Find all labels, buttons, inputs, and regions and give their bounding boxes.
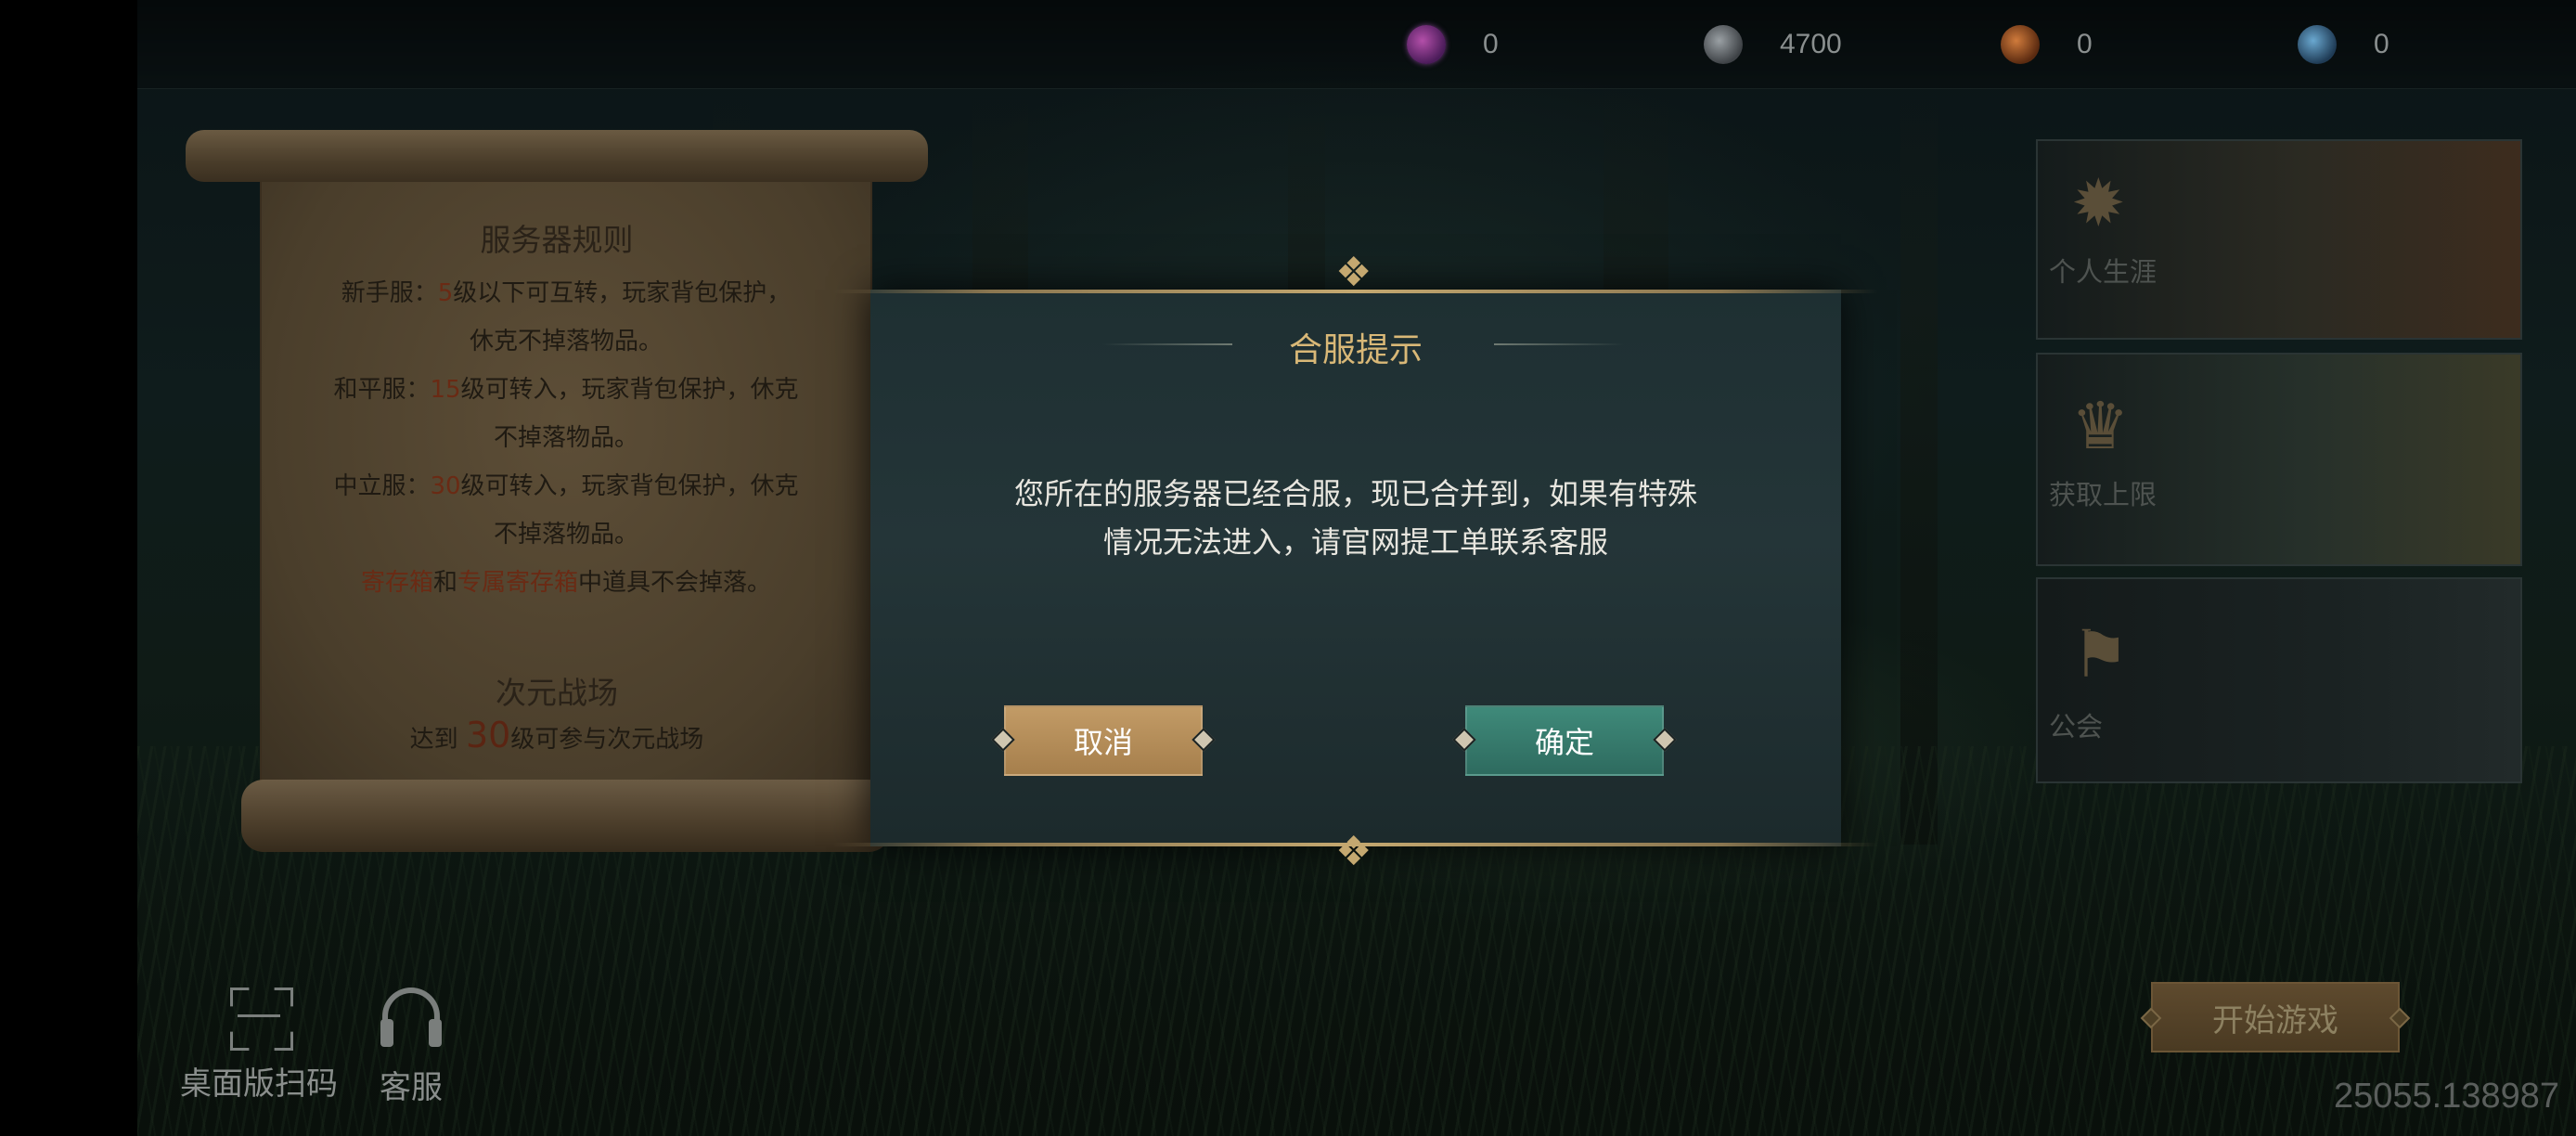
headphones-icon [379, 988, 444, 1049]
panel-guild[interactable]: ⚑ 公会 [2036, 577, 2522, 783]
rule-peace: 和平服：15级可转入，玩家背包保护，休克 [333, 376, 799, 404]
dialog-message: 您所在的服务器已经合服，现已合并到，如果有特殊 情况无法进入，请官网提工单联系客… [982, 470, 1730, 566]
battlefield-requirement: 达到 30级可参与次元战场 [409, 715, 704, 755]
trophy-icon: ♛ [2071, 388, 2130, 464]
purple-gem-icon [1407, 25, 1446, 64]
currency-value: 0 [2374, 29, 2389, 59]
dialog-message-line1: 您所在的服务器已经合服，现已合并到，如果有特殊 [1013, 476, 1697, 511]
currency-bar: 0 4700 0 0 [137, 0, 2576, 89]
server-rules-scroll: 服务器规则 新手服：5级以下可互转，玩家背包保护， 休克不掉落物品。 和平服：1… [186, 121, 928, 863]
currency-silver[interactable]: 4700 [1704, 20, 1842, 69]
dialog-message-line2: 情况无法进入，请官网提工单联系客服 [1102, 524, 1608, 560]
scroll-bottom-rod [241, 780, 891, 852]
silver-coin-icon [1704, 25, 1743, 64]
ornament-bottom-icon: ❖ [1335, 828, 1372, 875]
currency-value: 0 [2077, 29, 2093, 59]
currency-value: 4700 [1780, 29, 1842, 59]
currency-orange[interactable]: 0 [2001, 20, 2093, 69]
battlefield-title: 次元战场 [496, 675, 618, 711]
diamond-left-icon [991, 728, 1015, 752]
confirm-button[interactable]: 确定 [1452, 705, 1677, 776]
currency-purple[interactable]: 0 [1407, 20, 1499, 69]
customer-service-label: 客服 [380, 1069, 443, 1106]
sun-emblem-icon: ✹ [2071, 165, 2126, 241]
banner-icon: ⚑ [2071, 616, 2130, 692]
title-divider-right [1494, 343, 1624, 345]
rule-storage: 寄存箱和专属寄存箱中道具不会掉落。 [360, 569, 772, 597]
currency-value: 0 [1483, 29, 1499, 59]
ornament-top-icon: ❖ [1335, 249, 1372, 296]
panel-label: 个人生涯 [2049, 256, 2157, 288]
panel-label: 公会 [2049, 711, 2104, 742]
rule-peace-cont: 不掉落物品。 [493, 424, 638, 452]
cancel-button-label: 取消 [1073, 725, 1133, 760]
start-game-button[interactable]: 开始游戏 [2140, 982, 2411, 1052]
version-number: 25055.138987 [2333, 1077, 2559, 1116]
scroll-top-rod [186, 130, 928, 182]
diamond-left-icon [1452, 728, 1476, 752]
left-letterbox [0, 0, 137, 1136]
panel-personal-career[interactable]: ✹ 个人生涯 [2036, 139, 2522, 340]
confirm-button-label: 确定 [1534, 725, 1594, 760]
desktop-scan-button[interactable]: 桌面版扫码 [180, 988, 338, 1104]
customer-service-button[interactable]: 客服 [379, 988, 444, 1107]
currency-blue[interactable]: 0 [2298, 20, 2389, 69]
dialog-title: 合服提示 [1288, 331, 1423, 369]
rule-newbie: 新手服：5级以下可互转，玩家背包保护， [341, 279, 792, 307]
panel-acquire-limit[interactable]: ♛ 获取上限 [2036, 353, 2522, 566]
desktop-scan-label: 桌面版扫码 [180, 1065, 338, 1103]
rule-neutral: 中立服：30级可转入，玩家背包保护，休克 [333, 472, 799, 500]
server-rules-text: 新手服：5级以下可互转，玩家背包保护， 休克不掉落物品。 和平服：15级可转入，… [316, 269, 817, 607]
rule-neutral-cont: 不掉落物品。 [493, 521, 638, 549]
panel-label: 获取上限 [2049, 479, 2157, 510]
server-rules-title: 服务器规则 [480, 222, 634, 258]
diamond-right-icon [1191, 728, 1216, 752]
blue-gem-icon [2298, 25, 2337, 64]
start-game-label: 开始游戏 [2212, 1001, 2338, 1039]
cancel-button[interactable]: 取消 [991, 705, 1216, 776]
rule-newbie-cont: 休克不掉落物品。 [469, 328, 663, 355]
scan-icon [230, 988, 288, 1045]
diamond-right-icon [1653, 728, 1677, 752]
merge-server-dialog: ❖ ❖ 合服提示 您所在的服务器已经合服，现已合并到，如果有特殊 情况无法进入，… [833, 252, 1878, 872]
orange-coin-icon [2001, 25, 2040, 64]
